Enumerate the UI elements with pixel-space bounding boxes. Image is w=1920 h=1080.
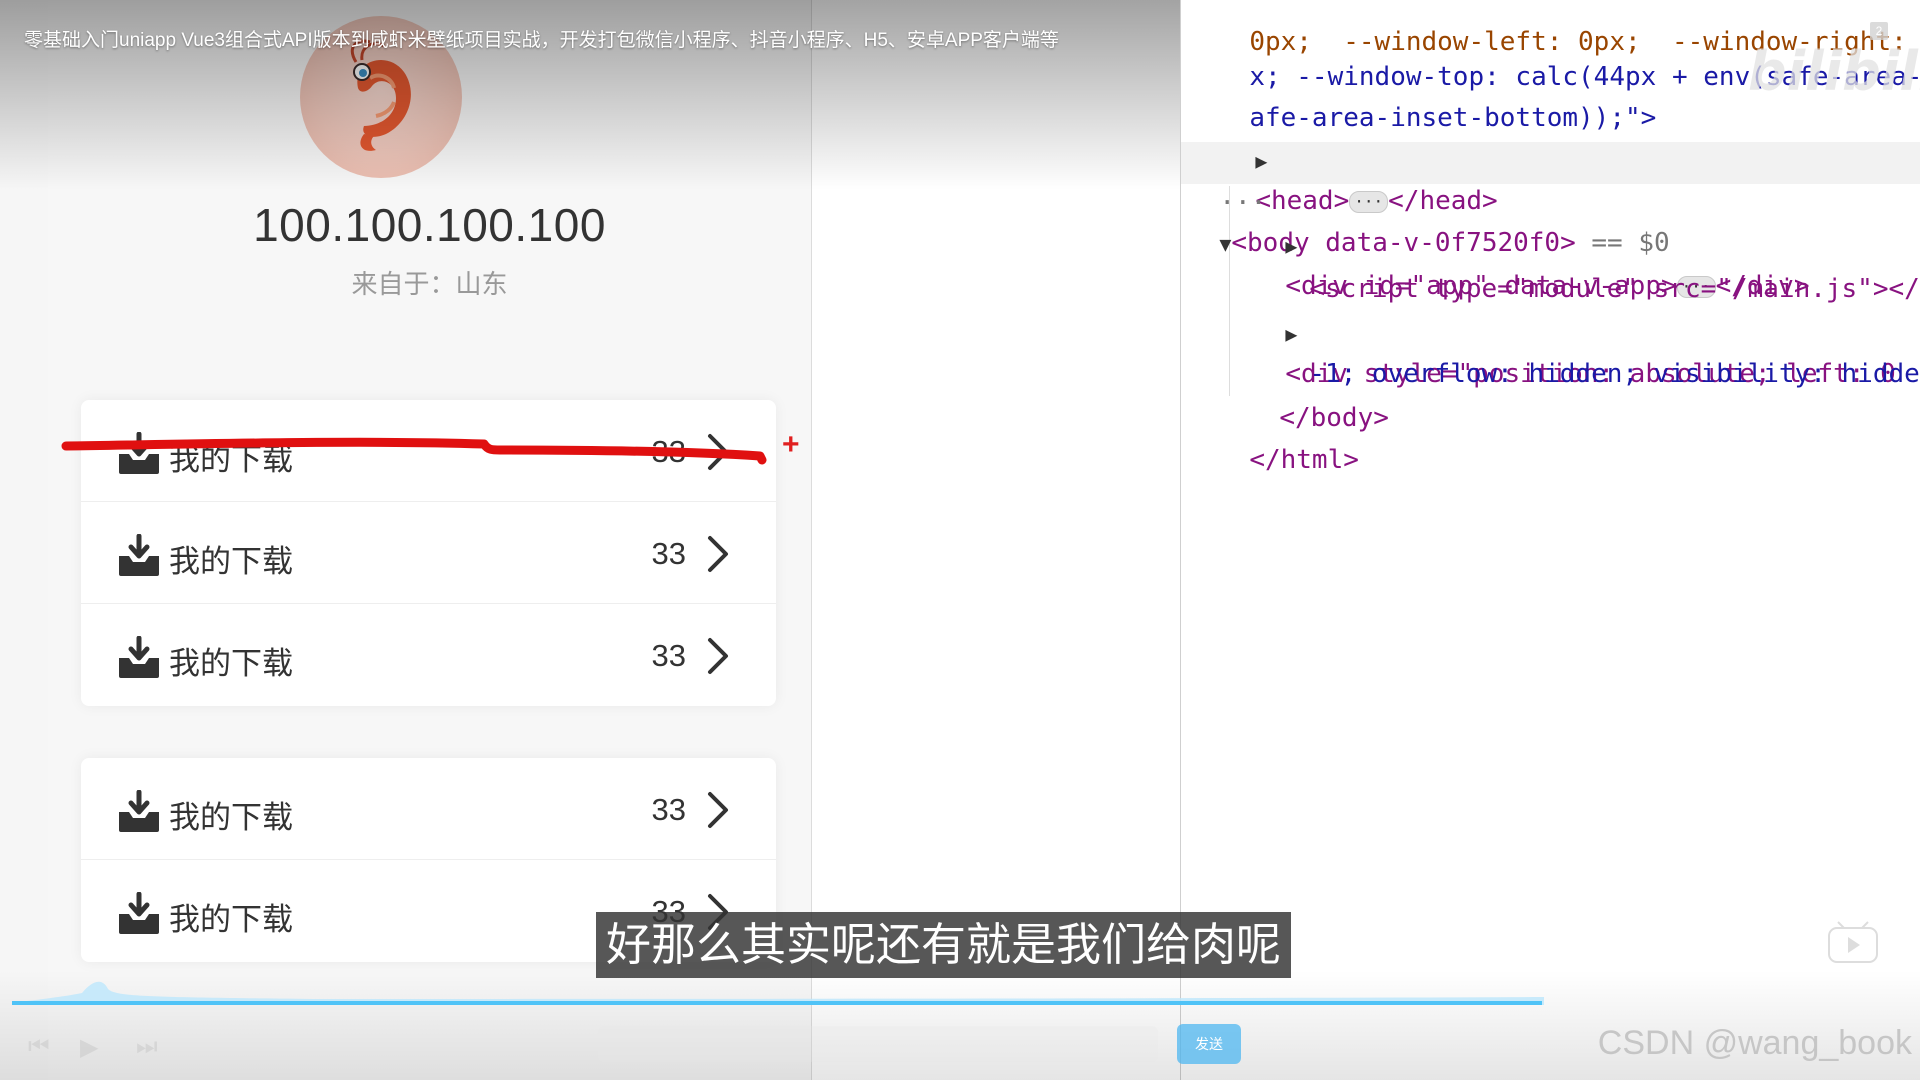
progress-bar[interactable] [12,1001,1542,1005]
video-title: 零基础入门uniapp Vue3组合式API版本到咸虾米壁纸项目实战，开发打包微… [24,30,1059,51]
send-button[interactable]: 发送 [1177,1024,1241,1064]
mini-player-icon[interactable] [1826,920,1880,966]
menu-row-label: 我的下载 [169,902,293,937]
chevron-right-icon [708,434,728,470]
chevron-right-icon [708,536,728,572]
menu-row-download[interactable]: 我的下载 33 [81,604,776,705]
video-subtitle: 好那么其实呢还有就是我们给肉呢 [596,912,1292,978]
html-close: </html> [1249,445,1359,475]
menu-row-count: 33 [651,434,686,469]
download-tray-icon [119,790,159,832]
plus-annotation: + [782,428,800,461]
menu-row-count: 33 [651,536,686,571]
menu-row-label: 我的下载 [169,646,293,681]
danmaku-input[interactable] [598,1026,1158,1062]
chevron-right-icon [708,792,728,828]
ip-origin: 来自于：山东 [351,269,508,299]
previous-icon[interactable]: ⏮ [28,1033,50,1061]
menu-row-label: 我的下载 [169,544,293,579]
menu-row-download[interactable]: 我的下载 33 [81,758,776,860]
download-tray-icon [119,432,159,474]
menu-row-count: 33 [651,792,686,827]
video-title-bar: 零基础入门uniapp Vue3组合式API版本到咸虾米壁纸项目实战，开发打包微… [0,0,1180,190]
menu-row-label: 我的下载 [169,442,293,477]
menu-row-label: 我的下载 [169,800,293,835]
menu-row-download[interactable]: 我的下载 33 [81,502,776,604]
collapse-triangle-icon[interactable]: ▼ [1219,232,1231,256]
download-tray-icon [119,534,159,576]
play-icon[interactable]: ▶ [80,1033,98,1062]
bilibili-logo: bilibili [1748,40,1920,103]
download-tray-icon [119,892,159,934]
menu-row-download[interactable]: 我的下载 33 [81,400,776,502]
menu-row-count: 33 [651,638,686,673]
next-icon[interactable]: ⏭ [136,1033,158,1061]
download-tray-icon [119,636,159,678]
menu-card: 我的下载 33 我的下载 33 我的下载 33 [81,400,776,706]
chevron-right-icon [708,638,728,674]
watermark: CSDN @wang_book [1597,1024,1912,1062]
ip-address: 100.100.100.100 [253,199,606,251]
bilibili-logo-badge: 2 [1870,22,1888,40]
